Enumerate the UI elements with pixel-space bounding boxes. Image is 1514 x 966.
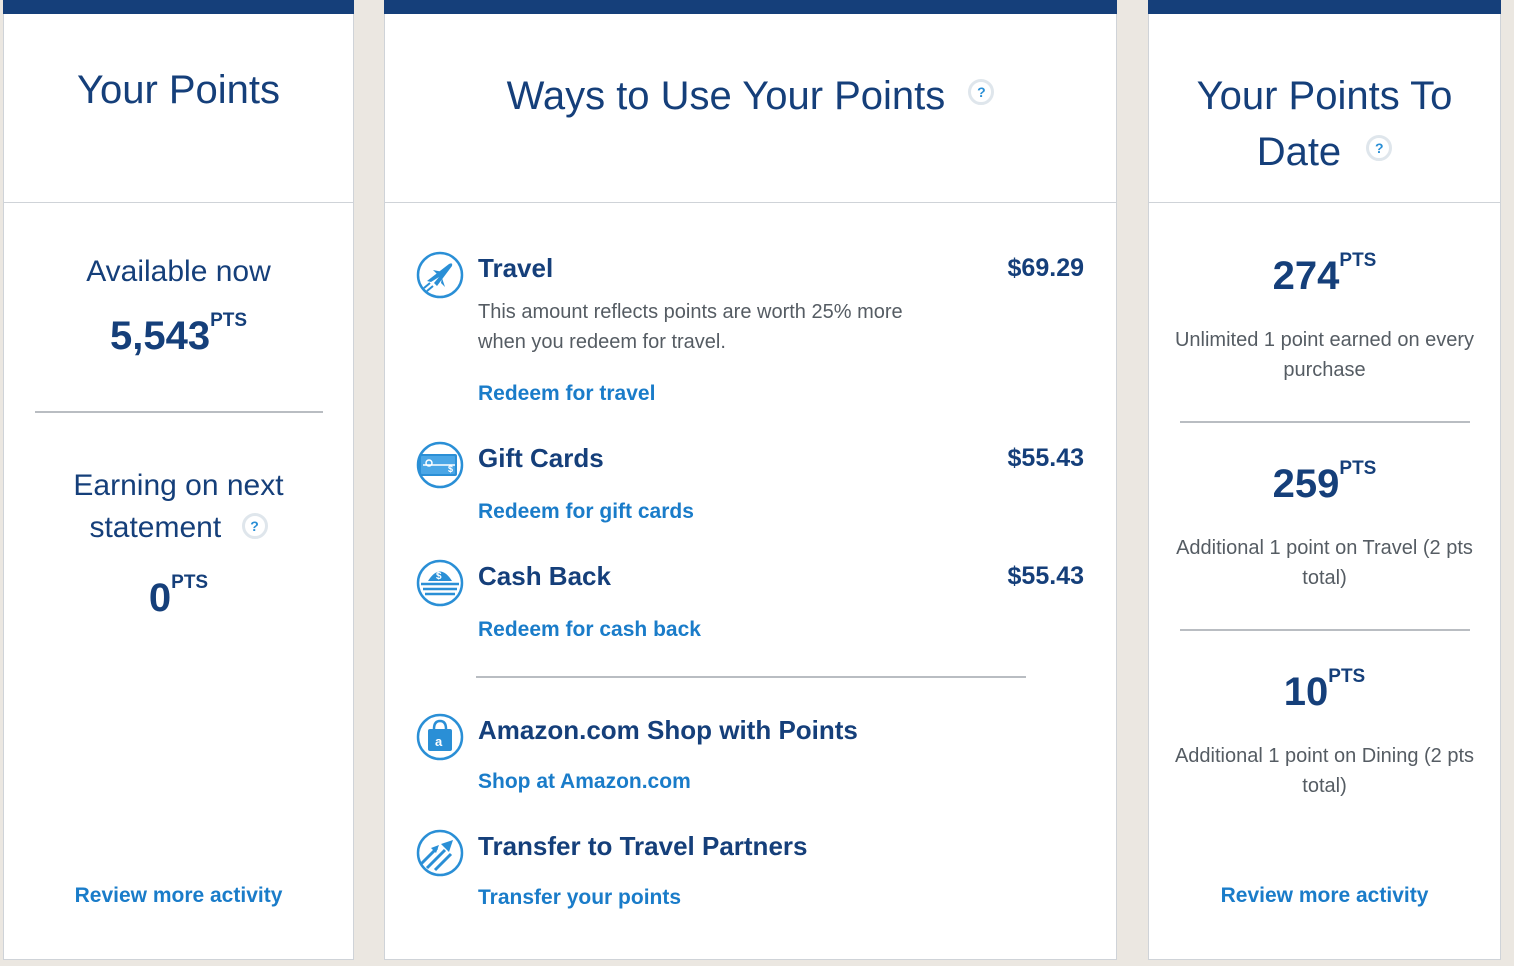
card-title-line2: Date — [1256, 130, 1342, 174]
earning-points-number: 0 — [148, 576, 172, 620]
option-value-travel: $69.29 — [1007, 254, 1084, 282]
transfer-arrows-icon — [416, 829, 464, 877]
card-title: Ways to Use Your Points — [506, 74, 946, 118]
card-top-bar — [384, 0, 1117, 14]
card-title-row: Ways to Use Your Points ? — [385, 68, 1116, 124]
review-more-activity-link[interactable]: Review more activity — [1221, 884, 1429, 907]
help-icon[interactable]: ? — [968, 79, 995, 106]
earning-next-statement-label: Earning on next statement ? — [4, 465, 353, 549]
available-points-value: 5,543PTS — [4, 310, 353, 359]
earn-rule-description: Additional 1 point on Dining (2 pts tota… — [1174, 745, 1475, 797]
earning-label-text: statement — [89, 511, 222, 544]
points-earned-value: 259PTS — [1149, 458, 1500, 507]
pts-unit: PTS — [1339, 250, 1377, 271]
points-number: 259 — [1272, 462, 1340, 506]
pts-unit: PTS — [1339, 458, 1377, 479]
airplane-icon — [416, 251, 464, 299]
card-header: Ways to Use Your Points ? — [385, 14, 1116, 203]
review-more-activity-link[interactable]: Review more activity — [75, 884, 283, 907]
divider — [1180, 421, 1470, 423]
divider — [35, 411, 323, 413]
shopping-bag-icon: a — [416, 713, 464, 761]
earn-rule-description: Unlimited 1 point earned on every purcha… — [1174, 329, 1475, 381]
option-title-cash-back: Cash Back — [478, 561, 611, 591]
option-value-cash-back: $55.43 — [1007, 562, 1084, 590]
redeem-travel-link[interactable]: Redeem for travel — [478, 382, 655, 406]
pts-unit: PTS — [171, 572, 209, 593]
help-icon[interactable]: ? — [1366, 135, 1393, 162]
points-to-date-card: Your Points To Date ? 274PTS Unlimited 1… — [1148, 0, 1501, 960]
help-icon[interactable]: ? — [241, 513, 268, 540]
card-top-bar — [1148, 0, 1501, 14]
available-points-number: 5,543 — [109, 314, 211, 358]
divider — [1180, 629, 1470, 631]
transfer-points-link[interactable]: Transfer your points — [478, 886, 681, 910]
redeem-cash-back-link[interactable]: Redeem for cash back — [478, 618, 701, 642]
option-title-amazon: Amazon.com Shop with Points — [478, 715, 858, 745]
cash-back-icon: $ — [416, 559, 464, 607]
option-title-gift-cards: Gift Cards — [478, 443, 604, 473]
earning-label-line1: Earning on next — [73, 469, 284, 502]
points-earned-value: 10PTS — [1149, 666, 1500, 715]
shop-amazon-link[interactable]: Shop at Amazon.com — [478, 770, 691, 794]
svg-text:a: a — [435, 734, 443, 749]
earning-points-value: 0PTS — [4, 572, 353, 621]
your-points-card: Your Points Available now 5,543PTS Earni… — [3, 0, 354, 960]
option-description-travel: This amount reflects points are worth 25… — [478, 301, 903, 353]
card-title: Your Points — [76, 68, 281, 112]
divider — [476, 676, 1026, 678]
ways-to-use-card: Ways to Use Your Points ? Travel $69.29 … — [384, 0, 1117, 960]
pts-unit: PTS — [210, 310, 248, 331]
svg-text:$: $ — [448, 464, 453, 474]
card-title-line2-row: Date ? — [1149, 124, 1500, 180]
points-number: 274 — [1272, 254, 1340, 298]
earn-rule-description: Additional 1 point on Travel (2 pts tota… — [1176, 537, 1473, 589]
review-activity-container: Review more activity — [1149, 884, 1500, 908]
review-activity-container: Review more activity — [4, 884, 353, 908]
redeem-gift-cards-link[interactable]: Redeem for gift cards — [478, 500, 694, 524]
svg-text:$: $ — [436, 571, 442, 582]
pts-unit: PTS — [1328, 666, 1366, 687]
gift-card-icon: $ — [416, 441, 464, 489]
points-number: 10 — [1283, 670, 1329, 714]
option-title-travel: Travel — [478, 253, 554, 283]
points-earned-value: 274PTS — [1149, 250, 1500, 299]
available-now-label: Available now — [86, 255, 271, 288]
option-value-gift-cards: $55.43 — [1007, 444, 1084, 472]
card-header: Your Points — [4, 14, 353, 203]
option-title-transfer: Transfer to Travel Partners — [478, 831, 808, 861]
earning-label-line2: statement ? — [4, 507, 353, 549]
card-header: Your Points To Date ? — [1149, 14, 1500, 203]
card-top-bar — [3, 0, 354, 14]
card-title-line1: Your Points To — [1196, 74, 1453, 118]
